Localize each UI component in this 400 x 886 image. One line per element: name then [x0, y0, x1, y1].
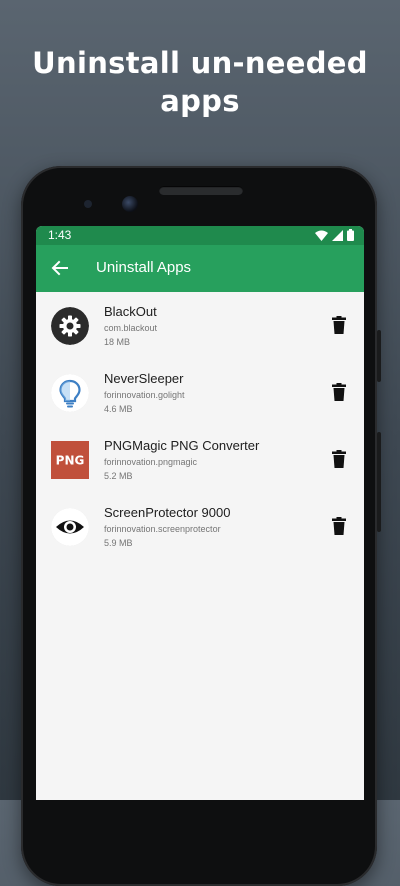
gear-icon: [51, 307, 89, 345]
headline-line-2: apps: [160, 84, 240, 118]
png-icon-label: PNG: [56, 454, 85, 468]
app-list: BlackOut com.blackout 18 MB NeverSleeper: [36, 292, 364, 560]
promo-headline: Uninstall un-needed apps: [0, 44, 400, 120]
battery-icon: [347, 229, 354, 241]
app-package: forinnovation.screenprotector: [104, 524, 221, 534]
status-time: 1:43: [48, 228, 72, 242]
phone-side-button: [377, 330, 381, 382]
arrow-back-icon[interactable]: [50, 258, 70, 278]
app-name: PNGMagic PNG Converter: [104, 438, 260, 453]
trash-icon[interactable]: [332, 316, 346, 334]
lightbulb-icon: [51, 374, 89, 412]
eye-icon: [51, 508, 89, 546]
app-name: BlackOut: [104, 304, 157, 319]
list-item[interactable]: ScreenProtector 9000 forinnovation.scree…: [36, 493, 364, 560]
page-title: Uninstall Apps: [96, 259, 192, 276]
status-bar: 1:43: [36, 226, 364, 245]
app-name: ScreenProtector 9000: [104, 505, 231, 520]
app-package: forinnovation.golight: [104, 390, 185, 400]
list-item[interactable]: PNG PNGMagic PNG Converter forinnovation…: [36, 426, 364, 493]
app-size: 4.6 MB: [104, 404, 133, 414]
app-size: 5.2 MB: [104, 471, 133, 481]
signal-icon: [332, 229, 343, 241]
trash-icon[interactable]: [332, 450, 346, 468]
trash-icon[interactable]: [332, 517, 346, 535]
headline-line-1: Uninstall un-needed: [32, 46, 368, 80]
png-icon: PNG: [51, 441, 89, 479]
app-package: com.blackout: [104, 323, 158, 333]
app-size: 5.9 MB: [104, 538, 133, 548]
app-size: 18 MB: [104, 337, 131, 347]
phone-screen: 1:43 Uninstall Apps BlackOut com.blackou…: [36, 226, 364, 800]
phone-side-button: [377, 432, 381, 532]
trash-icon[interactable]: [332, 383, 346, 401]
app-package: forinnovation.pngmagic: [104, 457, 198, 467]
phone-speaker: [159, 186, 243, 195]
phone-sensor: [84, 200, 92, 208]
app-name: NeverSleeper: [104, 371, 184, 386]
wifi-icon: [315, 230, 328, 241]
list-item[interactable]: NeverSleeper forinnovation.golight 4.6 M…: [36, 359, 364, 426]
app-bar: Uninstall Apps: [36, 245, 364, 292]
list-item[interactable]: BlackOut com.blackout 18 MB: [36, 292, 364, 359]
phone-camera: [122, 196, 138, 212]
